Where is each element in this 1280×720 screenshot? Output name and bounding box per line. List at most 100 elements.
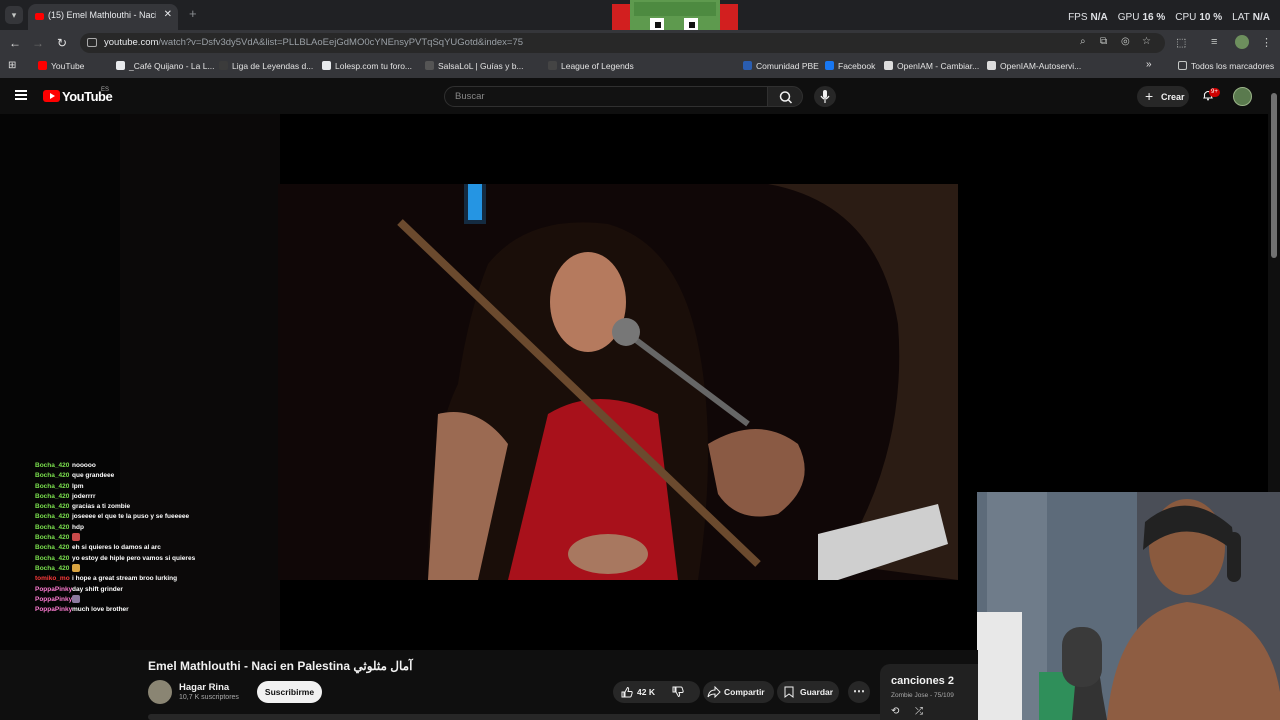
perf-value: N/A [1252,12,1270,23]
more-actions-icon[interactable]: ⋯ [848,681,870,703]
chat-text: eh si quieres lo damos al arc [72,544,161,552]
browser-menu-icon[interactable]: ⋮ [1261,36,1272,49]
shuffle-icon[interactable]: ⤮ [915,706,923,717]
bookmark-label: YouTube [51,61,85,71]
eye-off-icon[interactable]: ◎ [1121,36,1130,47]
dislike-thumb-icon[interactable] [671,686,685,698]
search-icon [779,91,793,104]
new-tab-icon[interactable]: + [189,6,197,21]
perf-label: LAT [1232,12,1250,23]
account-avatar[interactable] [1233,87,1252,106]
bookmark-label: Facebook [838,61,876,71]
chat-username: Bocha_420 [35,472,70,480]
folder-icon [1178,61,1187,70]
perf-value: 16 % [1142,12,1166,23]
bookmark-item[interactable]: YouTube [38,61,84,71]
chat-text: gracias a ti zombie [72,503,131,511]
bookmark-label: OpenIAM-Autoservi... [1000,61,1082,71]
search-placeholder: Buscar [455,91,485,102]
chat-username: Bocha_420 [35,462,70,469]
bookmark-favicon-icon [38,61,47,70]
bookmark-item[interactable]: Facebook [825,61,875,71]
chat-emote-icon [72,533,80,542]
bookmark-label: _Café Quijano - La L... [129,61,215,71]
browser-profile-avatar[interactable] [1235,35,1249,49]
like-dislike-group: 42 K [613,681,700,703]
chat-message: tomiko_mo i hope a great stream broo lurk… [35,574,205,584]
description-box-edge [148,714,898,720]
site-info-icon[interactable] [87,38,97,47]
subscribe-button[interactable]: Suscribirme [257,681,322,703]
video-title: Emel Mathlouthi - Naci en Palestina آمال… [148,659,413,673]
perf-label: FPS [1068,12,1088,23]
bookmark-star-icon[interactable]: ☆ [1142,36,1151,47]
bookmark-item[interactable]: OpenIAM-Autoservi... [987,61,1081,71]
reload-icon[interactable]: ↻ [53,34,71,52]
forward-arrow-icon[interactable]: → [29,34,47,52]
chat-message: Bocha_420 [35,533,205,543]
bookmark-item[interactable]: Comunidad PBE [743,61,819,71]
bookmark-favicon-icon [548,61,557,70]
zoom-icon[interactable]: ⌕ [1080,36,1086,47]
address-bar[interactable]: youtube.com/watch?v=Dsfv3dy5VdA&list=PLL… [80,33,1165,53]
install-app-icon[interactable]: ⧉ [1100,36,1107,47]
bookmark-label: Comunidad PBE [756,61,819,71]
search-button[interactable] [767,86,803,107]
chat-message: Bocha_420 que grandeee [35,471,205,481]
extensions-icon[interactable]: ⬚ [1176,36,1186,49]
chat-username: PoppaPinky [35,595,73,603]
all-bookmarks-folder[interactable]: Todos los marcadores [1178,61,1274,71]
tab-search-icon[interactable]: ▾ [5,6,23,24]
share-arrow-icon [707,686,721,698]
video-frame[interactable] [278,184,958,580]
channel-avatar[interactable] [148,680,172,704]
chat-text [72,564,80,574]
chat-message: PoppaPinky [35,595,205,605]
loop-icon[interactable]: ⟲ [891,706,899,717]
bookmark-item[interactable]: _Café Quijano - La L... [116,61,215,71]
save-button[interactable]: Guardar [777,681,839,703]
chat-emote-icon [72,564,80,573]
share-button[interactable]: Compartir [703,681,774,703]
chat-username: PoppaPinky [35,585,73,593]
bookmark-item[interactable]: SalsaLoL | Guías y b... [425,61,524,71]
perf-value: 10 % [1199,12,1223,23]
create-label: Crear [1161,92,1185,102]
browser-toolbar: ← → ↻ youtube.com/watch?v=Dsfv3dy5VdA&li… [0,30,1280,55]
chat-text: yo estoy de hiple pero vamos si quieres [72,554,196,562]
browser-tab-active[interactable]: (15) Emel Mathlouthi - Naci en Palestina… [28,4,178,30]
reading-list-icon[interactable]: ≡ [1211,36,1217,48]
back-arrow-icon[interactable]: ← [6,34,24,52]
bookmarks-bar: ⊞ YouTube _Café Quijano - La L... Liga de … [0,55,1280,78]
scrollbar-thumb[interactable] [1271,93,1277,258]
playlist-title[interactable]: canciones 2 [891,675,954,687]
chat-username: Bocha_420 [35,492,70,500]
bookmark-item[interactable]: OpenIAM - Cambiar... [884,61,979,71]
perf-gpu: GPU 16 % [1118,12,1165,23]
bookmark-label: Lolesp.com tu foro... [335,61,413,71]
playlist-panel[interactable]: canciones 2 Zombie Jose - 75/109 ⟲ ⤮ [880,664,978,720]
chat-emote-icon [72,595,80,604]
chat-text: day shift grinder [72,585,123,593]
bookmark-label: OpenIAM - Cambiar... [897,61,980,71]
share-label: Compartir [724,687,765,697]
chat-text: much love brother [72,606,129,614]
bookmark-item[interactable]: Liga de Leyendas d... [219,61,313,71]
like-thumb-icon[interactable] [620,686,634,698]
search-input[interactable]: Buscar [444,86,768,107]
save-bookmark-icon [784,686,794,698]
voice-search-button[interactable] [814,86,836,107]
apps-grid-icon[interactable]: ⊞ [8,60,16,71]
url-text[interactable]: youtube.com/watch?v=Dsfv3dy5VdA&list=PLL… [104,37,523,48]
youtube-logo-icon[interactable] [43,90,60,102]
channel-name[interactable]: Hagar Rina [179,682,229,693]
chat-message: Bocha_420 hdp [35,523,205,533]
tab-close-icon[interactable]: ✕ [164,9,172,20]
like-count[interactable]: 42 K [637,687,655,697]
more-bookmarks-icon[interactable]: » [1146,59,1152,70]
hamburger-menu-icon[interactable] [15,90,27,100]
bookmark-item[interactable]: Lolesp.com tu foro... [322,61,412,71]
create-button[interactable]: + Crear [1137,86,1189,107]
perf-fps: FPS N/A [1068,12,1108,23]
bookmark-item[interactable]: League of Legends [548,61,634,71]
